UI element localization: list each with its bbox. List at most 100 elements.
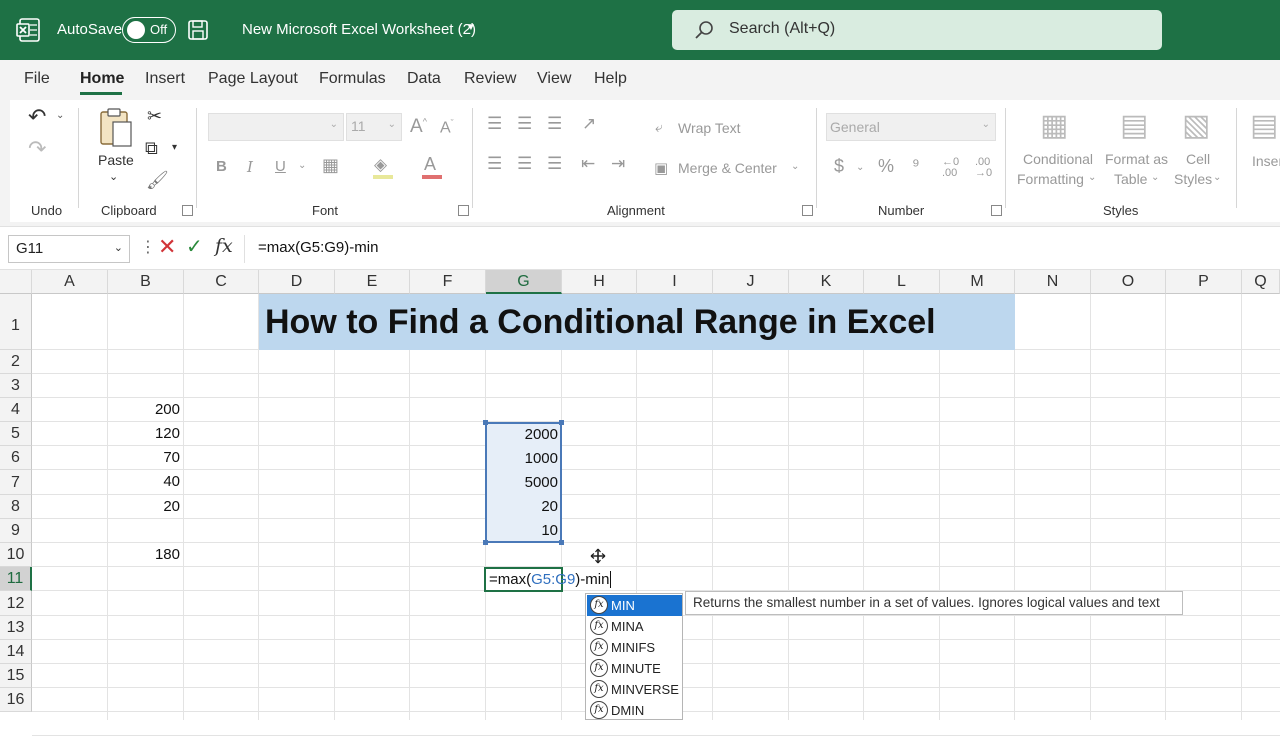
autosave-toggle[interactable]: Off xyxy=(122,17,176,43)
column-header-f[interactable]: F xyxy=(410,270,486,294)
row-header-2[interactable]: 2 xyxy=(0,350,32,374)
column-header-m[interactable]: M xyxy=(940,270,1015,294)
column-header-p[interactable]: P xyxy=(1166,270,1242,294)
number-launcher-icon[interactable] xyxy=(991,205,1002,216)
undo-icon[interactable]: ↶ xyxy=(28,104,46,130)
row-header-4[interactable]: 4 xyxy=(0,398,32,422)
row-header-12[interactable]: 12 xyxy=(0,591,32,616)
font-color-icon[interactable]: A xyxy=(424,154,436,175)
font-size-dropdown[interactable]: 11 ⌄ xyxy=(346,113,402,141)
formula-input[interactable]: =max(G5:G9)-min xyxy=(258,239,378,256)
align-center-icon[interactable]: ☰ xyxy=(517,154,532,174)
format-table-line1[interactable]: Format as xyxy=(1105,151,1168,167)
cell-b10[interactable]: 180 xyxy=(108,543,184,567)
redo-icon[interactable]: ↷ xyxy=(28,136,46,162)
number-format-dropdown[interactable]: General ⌄ xyxy=(826,113,996,141)
merge-center-icon[interactable]: ▣ xyxy=(654,159,668,177)
cell-styles-line2[interactable]: Styles xyxy=(1174,171,1212,187)
format-painter-icon[interactable]: 🖌 xyxy=(146,170,169,191)
row-header-7[interactable]: 7 xyxy=(0,470,32,495)
select-all-corner[interactable] xyxy=(0,270,32,294)
insert-cells-icon[interactable]: ▤ xyxy=(1250,108,1278,143)
name-box[interactable]: G11 ⌄ xyxy=(8,235,130,263)
document-name[interactable]: New Microsoft Excel Worksheet (2) xyxy=(242,21,476,38)
tab-data[interactable]: Data xyxy=(407,70,441,88)
conditional-formatting-line2[interactable]: Formatting xyxy=(1017,171,1084,187)
save-icon[interactable] xyxy=(188,19,208,41)
cell-g6[interactable]: 1000 xyxy=(486,447,562,471)
orientation-icon[interactable]: ↗ xyxy=(582,114,596,134)
column-header-o[interactable]: O xyxy=(1091,270,1166,294)
increase-font-icon[interactable]: A^ xyxy=(410,116,427,138)
align-right-icon[interactable]: ☰ xyxy=(547,154,562,174)
autocomplete-item-min[interactable]: fx MIN xyxy=(587,595,682,616)
percent-icon[interactable]: % xyxy=(878,156,894,177)
paste-label[interactable]: Paste xyxy=(98,152,134,168)
column-header-e[interactable]: E xyxy=(335,270,410,294)
cell-b6[interactable]: 70 xyxy=(108,446,184,470)
tab-review[interactable]: Review xyxy=(464,70,516,88)
copy-icon[interactable]: ⧉ xyxy=(145,138,158,159)
paste-chevron-icon[interactable]: ⌄ xyxy=(109,170,118,183)
cell-g7[interactable]: 5000 xyxy=(486,471,562,495)
decrease-font-icon[interactable]: Aˇ xyxy=(440,118,454,137)
search-box[interactable]: Search (Alt+Q) xyxy=(672,10,1162,50)
row-header-1[interactable]: 1 xyxy=(0,294,32,350)
insert-cells-label[interactable]: Inser xyxy=(1252,153,1280,169)
cut-icon[interactable]: ✂ xyxy=(147,106,162,127)
tab-insert[interactable]: Insert xyxy=(145,70,185,88)
align-left-icon[interactable]: ☰ xyxy=(487,154,502,174)
bold-icon[interactable]: B xyxy=(216,158,227,175)
column-header-c[interactable]: C xyxy=(184,270,259,294)
increase-indent-icon[interactable]: ⇥ xyxy=(611,154,625,174)
underline-chevron-icon[interactable]: ⌄ xyxy=(298,160,306,171)
borders-icon[interactable]: ▦ xyxy=(322,155,339,176)
cancel-icon[interactable]: ✕ xyxy=(158,234,176,260)
tab-file[interactable]: File xyxy=(24,70,50,88)
row-header-6[interactable]: 6 xyxy=(0,446,32,470)
function-autocomplete-list[interactable]: fx MIN fx MINA fx MINIFS fx MINUTE fx MINVERS… xyxy=(585,593,683,720)
comma-style-icon[interactable]: ⁹ xyxy=(912,155,920,176)
chevron-down-icon[interactable]: ▼ xyxy=(466,22,476,33)
format-table-line2[interactable]: Table xyxy=(1114,171,1147,187)
alignment-launcher-icon[interactable] xyxy=(802,205,813,216)
row-header-3[interactable]: 3 xyxy=(0,374,32,398)
wrap-text-icon[interactable]: ⤶ xyxy=(655,119,663,136)
active-cell-g11[interactable]: =max(G5:G9)-min xyxy=(484,567,612,592)
conditional-chevron-icon[interactable]: ⌄ xyxy=(1088,172,1096,183)
decrease-decimal-icon[interactable]: .00 →0 xyxy=(975,157,992,179)
sheet-title-cell[interactable]: How to Find a Conditional Range in Excel xyxy=(259,294,1015,350)
row-header-13[interactable]: 13 xyxy=(0,616,32,640)
cell-b5[interactable]: 120 xyxy=(108,422,184,446)
conditional-formatting-icon[interactable]: ▦ xyxy=(1040,108,1068,143)
merge-center-label[interactable]: Merge & Center xyxy=(678,160,777,176)
decrease-indent-icon[interactable]: ⇤ xyxy=(581,154,595,174)
row-header-9[interactable]: 9 xyxy=(0,519,32,543)
currency-icon[interactable]: $ xyxy=(834,156,844,177)
column-header-q[interactable]: Q xyxy=(1242,270,1280,294)
tab-view[interactable]: View xyxy=(537,70,571,88)
currency-chevron-icon[interactable]: ⌄ xyxy=(856,162,864,173)
insert-function-icon[interactable]: fx xyxy=(215,235,233,257)
tab-help[interactable]: Help xyxy=(594,70,627,88)
font-name-dropdown[interactable]: ⌄ xyxy=(208,113,344,141)
italic-icon[interactable]: I xyxy=(247,158,253,176)
row-header-15[interactable]: 15 xyxy=(0,664,32,688)
cell-styles-line1[interactable]: Cell xyxy=(1186,151,1210,167)
format-table-icon[interactable]: ▤ xyxy=(1120,108,1148,143)
row-header-16[interactable]: 16 xyxy=(0,688,32,712)
column-header-k[interactable]: K xyxy=(789,270,864,294)
align-top-icon[interactable]: ☰ xyxy=(487,114,502,134)
column-header-h[interactable]: H xyxy=(562,270,637,294)
underline-icon[interactable]: U xyxy=(275,158,286,175)
row-header-11[interactable]: 11 xyxy=(0,567,32,591)
more-options-icon[interactable]: ⋮ xyxy=(140,237,156,257)
column-header-b[interactable]: B xyxy=(108,270,184,294)
conditional-formatting-line1[interactable]: Conditional xyxy=(1021,151,1095,167)
align-middle-icon[interactable]: ☰ xyxy=(517,114,532,134)
merge-chevron-icon[interactable]: ⌄ xyxy=(791,161,799,172)
enter-check-icon[interactable]: ✓ xyxy=(186,234,203,259)
chevron-down-icon[interactable]: ⌄ xyxy=(114,241,123,254)
paste-icon[interactable] xyxy=(98,106,134,150)
copy-chevron-icon[interactable]: ▾ xyxy=(172,142,177,153)
